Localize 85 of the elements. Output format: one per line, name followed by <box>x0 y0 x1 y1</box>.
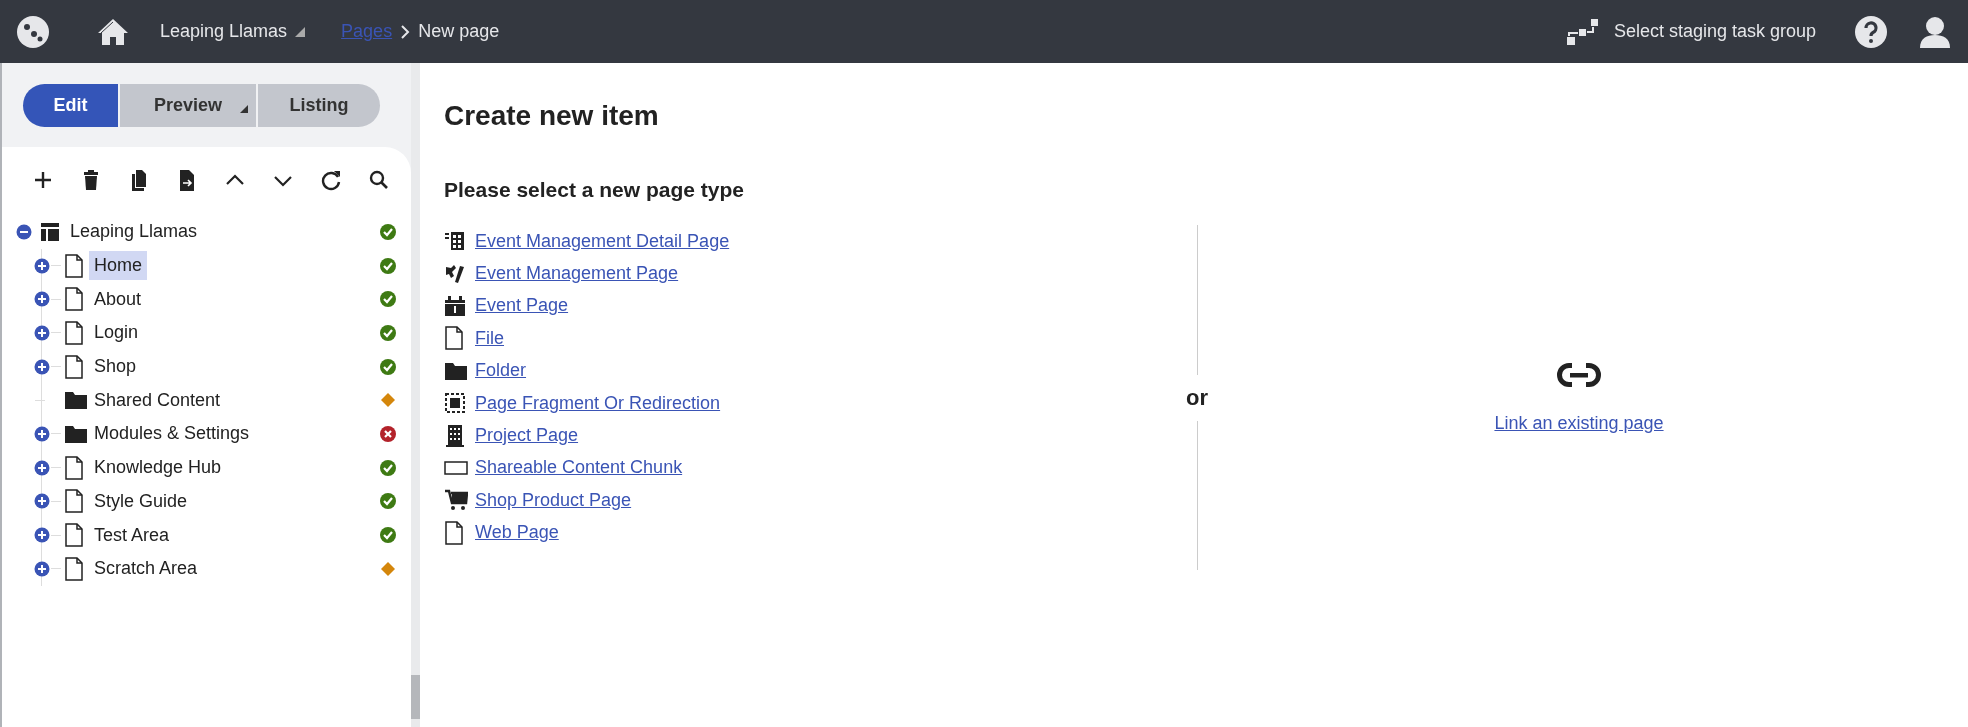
steps-icon <box>1565 16 1600 47</box>
expand-icon[interactable] <box>34 527 50 544</box>
page-icon <box>64 556 84 581</box>
page-type-link[interactable]: Event Page <box>475 295 569 317</box>
caret-icon <box>240 105 248 113</box>
expand-icon[interactable] <box>34 358 50 375</box>
folder-icon <box>64 423 88 444</box>
caret-icon <box>295 26 306 37</box>
logo-icon[interactable] <box>16 14 50 49</box>
expand-icon[interactable] <box>34 324 50 341</box>
home-icon[interactable] <box>96 16 130 47</box>
link-icon <box>1557 363 1601 387</box>
mode-tab[interactable]: Listing <box>258 84 380 127</box>
tree-item[interactable]: Style Guide <box>89 486 193 516</box>
tree-item[interactable]: Shared Content <box>89 385 226 415</box>
cart-icon <box>444 489 468 512</box>
tree-item[interactable]: About <box>89 284 147 314</box>
page-title: Create new item <box>444 100 660 132</box>
mode-tab[interactable]: Edit <box>23 84 120 127</box>
page-type-link[interactable]: Shareable Content Chunk <box>475 457 683 479</box>
help-icon[interactable] <box>1854 14 1888 49</box>
chevron-right-icon <box>400 24 411 39</box>
collapse-handle[interactable] <box>411 675 420 719</box>
expand-icon[interactable] <box>34 257 50 274</box>
page-icon <box>64 489 84 514</box>
tree-item[interactable]: Shop <box>89 352 142 382</box>
calendar-icon <box>444 294 466 317</box>
page-type-link[interactable]: File <box>475 327 504 349</box>
tree-item[interactable]: Home <box>89 251 147 281</box>
expand-icon[interactable] <box>34 493 50 510</box>
page-type-link[interactable]: Folder <box>475 360 527 382</box>
folder-icon <box>64 390 88 411</box>
page-icon <box>64 287 84 312</box>
separator-text: or <box>1186 383 1208 412</box>
staging-task-group-button[interactable]: Select staging task group <box>1565 16 1816 47</box>
pending-diamond-icon <box>379 559 397 578</box>
page-icon <box>64 354 84 379</box>
page-icon <box>64 253 84 278</box>
tree-item[interactable]: Knowledge Hub <box>89 453 227 483</box>
expand-icon[interactable] <box>34 425 50 442</box>
plus-icon[interactable] <box>32 169 54 191</box>
folder-icon <box>444 360 468 381</box>
published-check-icon <box>379 357 397 376</box>
rectangle-icon <box>444 459 468 476</box>
section-heading: Please select a new page type <box>444 178 745 202</box>
page-icon <box>64 455 84 480</box>
published-check-icon <box>379 323 397 342</box>
site-selector[interactable]: Leaping Llamas <box>160 21 306 42</box>
building-icon <box>444 423 466 448</box>
tree-item[interactable]: Scratch Area <box>89 554 203 584</box>
dashed-square-icon <box>444 392 466 415</box>
page-type-link[interactable]: Page Fragment Or Redirection <box>475 392 721 414</box>
breadcrumb-current: New page <box>418 21 500 42</box>
expand-icon[interactable] <box>34 291 50 308</box>
search-icon[interactable] <box>368 169 390 191</box>
tree-item[interactable]: Leaping Llamas <box>65 217 203 247</box>
page-icon <box>444 520 464 545</box>
error-cross-icon <box>379 424 397 443</box>
tree-item[interactable]: Login <box>89 318 144 348</box>
expand-icon[interactable] <box>34 459 50 476</box>
collapse-icon[interactable] <box>16 223 32 240</box>
page-icon <box>444 326 464 351</box>
published-check-icon <box>379 222 397 241</box>
tree-item[interactable]: Modules & Settings <box>89 419 255 449</box>
pending-diamond-icon <box>379 391 397 410</box>
grid-icon <box>444 230 466 253</box>
mode-tab[interactable]: Preview <box>120 84 258 127</box>
published-check-icon <box>379 458 397 477</box>
published-check-icon <box>379 290 397 309</box>
page-type-link[interactable]: Project Page <box>475 425 579 447</box>
page-type-link[interactable]: Event Management Detail Page <box>475 230 730 252</box>
page-type-link[interactable]: Web Page <box>475 522 559 544</box>
user-icon[interactable] <box>1918 14 1952 49</box>
layout-icon <box>40 221 60 242</box>
page-icon <box>64 523 84 548</box>
expand-icon[interactable] <box>34 560 50 577</box>
page-type-link[interactable]: Event Management Page <box>475 263 679 285</box>
page-type-link[interactable]: Shop Product Page <box>475 489 632 511</box>
link-existing-page[interactable]: Link an existing page <box>1494 413 1664 434</box>
refresh-icon[interactable] <box>320 169 342 191</box>
page-icon <box>64 320 84 345</box>
published-check-icon <box>379 256 397 275</box>
tree-item[interactable]: Test Area <box>89 520 175 550</box>
published-check-icon <box>379 492 397 511</box>
published-check-icon <box>379 526 397 545</box>
